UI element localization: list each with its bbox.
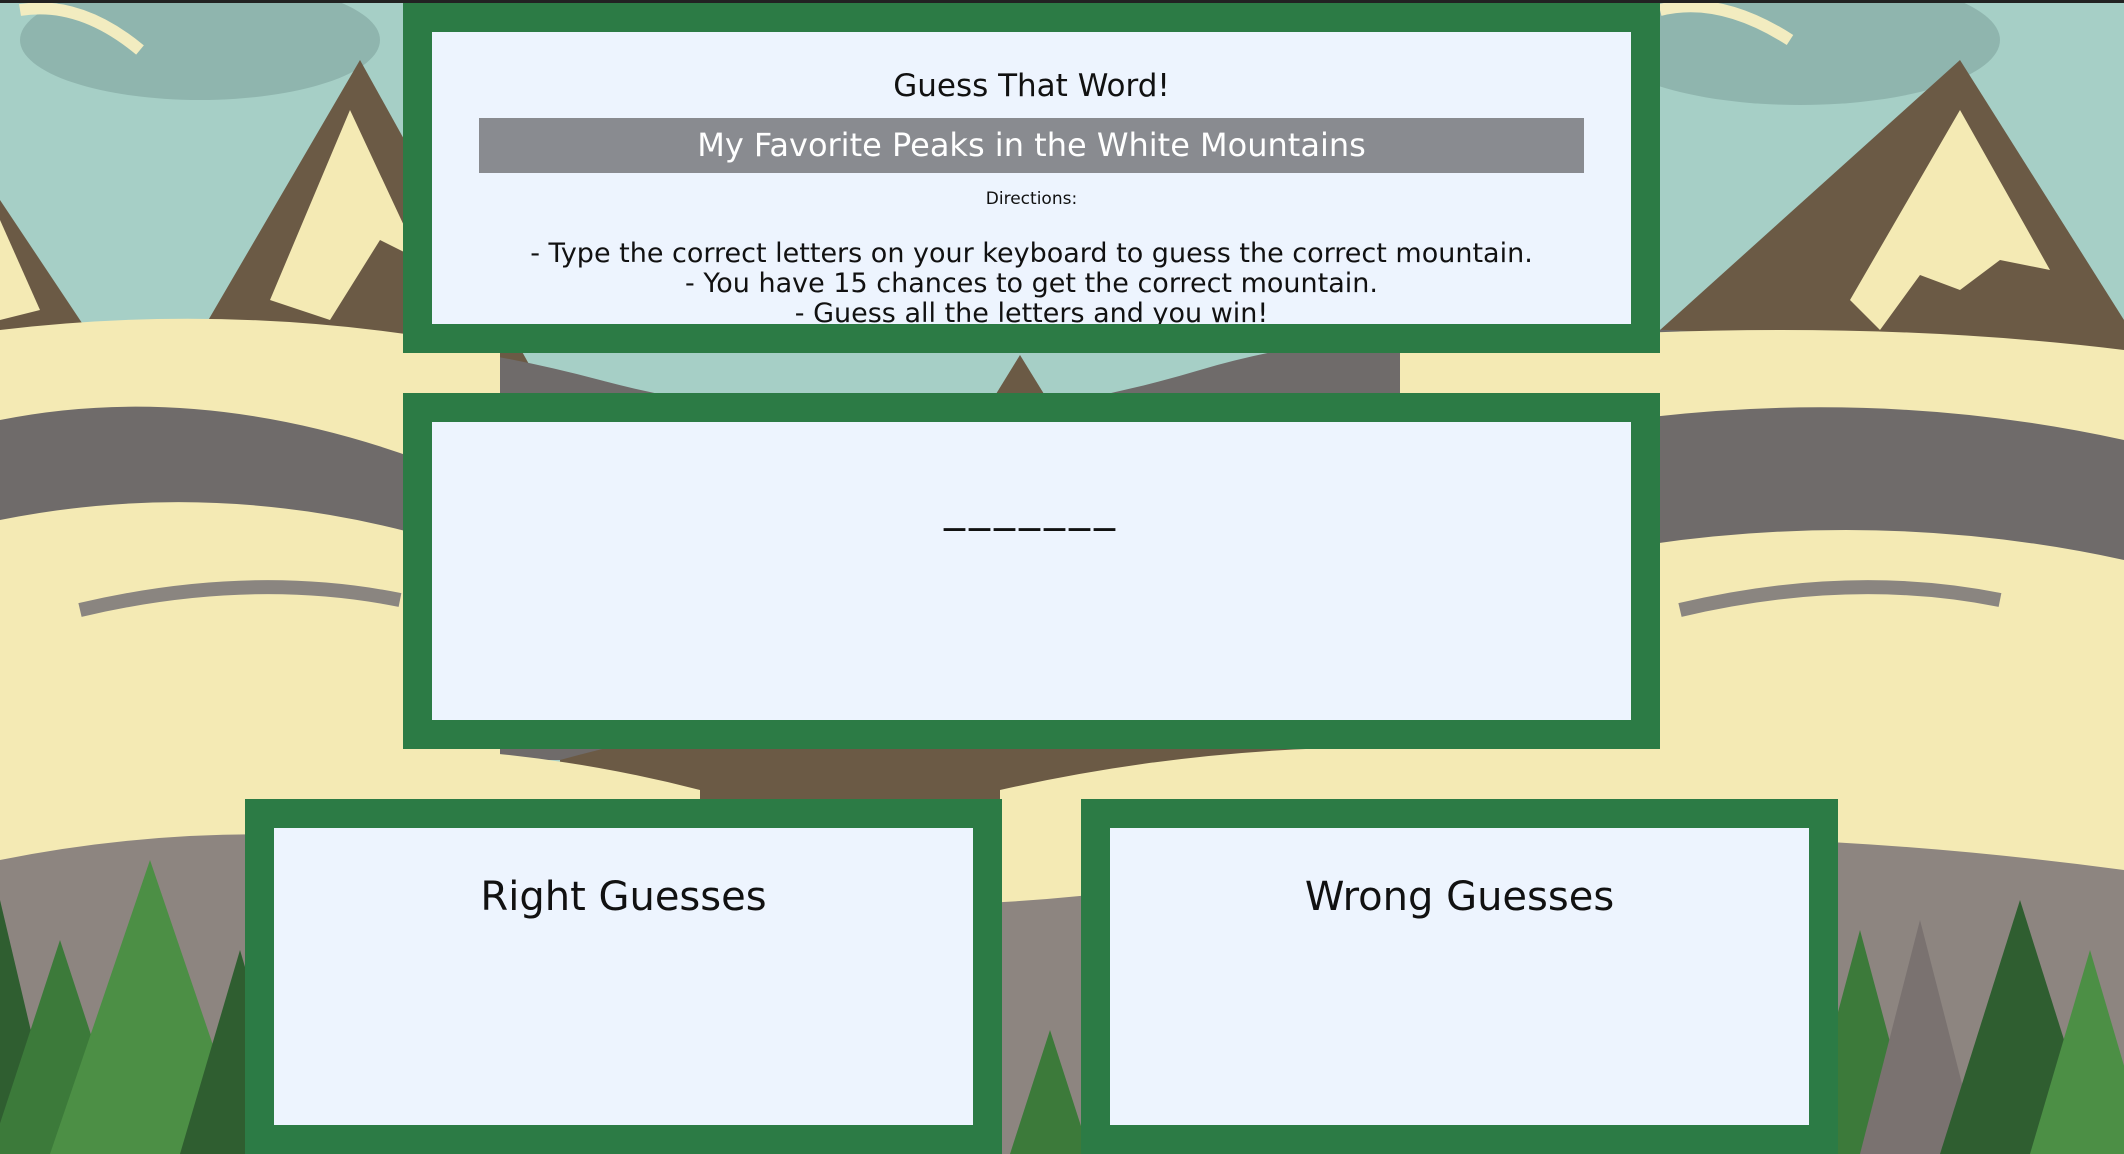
subtitle-banner: My Favorite Peaks in the White Mountains	[479, 118, 1584, 173]
word-panel-content: _______	[432, 422, 1631, 720]
game-title: Guess That Word!	[893, 68, 1170, 104]
direction-line: - Type the correct letters on your keybo…	[530, 238, 1533, 269]
wrong-guesses-panel: Wrong Guesses	[1081, 799, 1838, 1154]
direction-line: - Guess all the letters and you win!	[794, 298, 1269, 325]
wrong-guesses-content: Wrong Guesses	[1110, 828, 1809, 1125]
directions-list: - Type the correct letters on your keybo…	[432, 238, 1631, 325]
word-blanks: _______	[944, 482, 1119, 531]
header-panel: Guess That Word! My Favorite Peaks in th…	[403, 3, 1660, 353]
right-guesses-panel: Right Guesses	[245, 799, 1002, 1154]
top-border	[0, 0, 2124, 3]
word-panel: _______	[403, 393, 1660, 749]
wrong-guesses-heading: Wrong Guesses	[1304, 874, 1615, 920]
direction-line: - You have 15 chances to get the correct…	[685, 268, 1378, 299]
right-guesses-content: Right Guesses	[274, 828, 973, 1125]
right-guesses-heading: Right Guesses	[480, 874, 767, 920]
header-panel-content: Guess That Word! My Favorite Peaks in th…	[432, 32, 1631, 324]
directions-label: Directions:	[985, 189, 1078, 209]
